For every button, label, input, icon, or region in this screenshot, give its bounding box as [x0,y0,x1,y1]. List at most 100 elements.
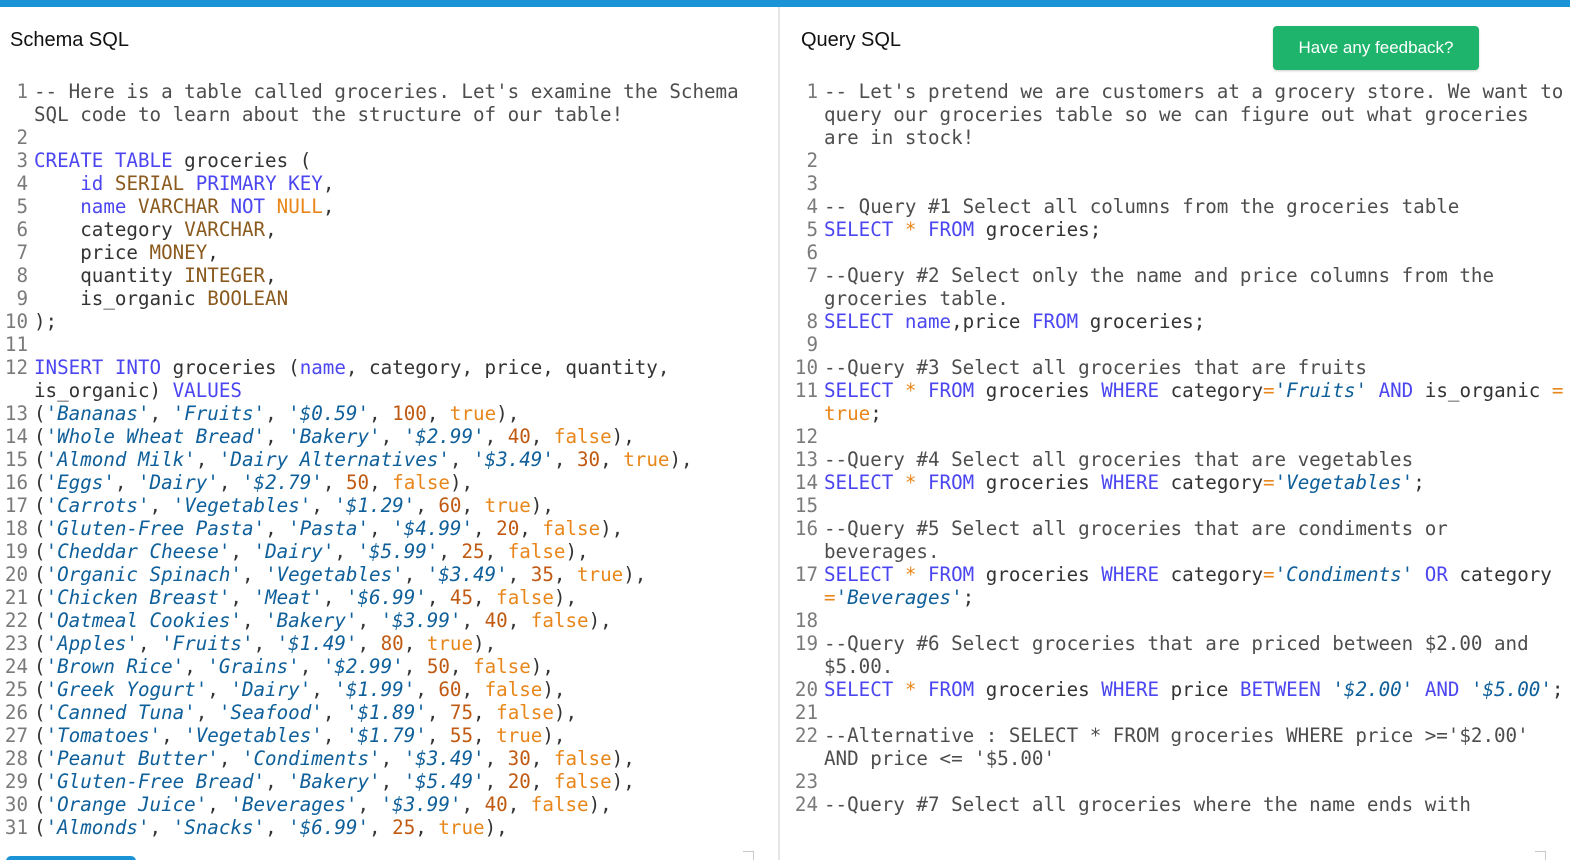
line-number: 4 [806,195,818,218]
code-line[interactable]: 20 ('Organic Spinach', 'Vegetables', '$3.… [0,563,775,586]
schema-resize-handle[interactable] [742,850,754,860]
code-line[interactable]: 24 ('Brown Rice', 'Grains', '$2.99', 50, … [0,655,775,678]
code-line[interactable]: 7 price MONEY, [0,241,775,264]
code-line[interactable]: 28 ('Peanut Butter', 'Condiments', '$3.49… [0,747,775,770]
code-line[interactable]: 13 ('Bananas', 'Fruits', '$0.59', 100, tr… [0,402,775,425]
code-line[interactable]: 22 --Alternative : SELECT * FROM grocerie… [780,724,1570,770]
code-token: 'Snacks' [172,816,266,839]
code-token: , [507,793,531,816]
code-line[interactable]: 31 ('Almonds', 'Snacks', '$6.99', 25, tru… [0,816,775,839]
code-text: --Query #5 Select all groceries that are… [824,517,1570,563]
code-token: name [80,195,127,218]
code-line[interactable]: 14 ('Whole Wheat Bread', 'Bakery', '$2.99… [0,425,775,448]
code-line[interactable]: 19 --Query #6 Select groceries that are p… [780,632,1570,678]
code-line[interactable]: 18 ​ [780,609,1570,632]
code-line[interactable]: 5 SELECT * FROM groceries; [780,218,1570,241]
code-line[interactable]: 9 is_organic BOOLEAN [0,287,775,310]
feedback-button[interactable]: Have any feedback? [1273,26,1479,70]
schema-editor[interactable]: 1 -- Here is a table called groceries. Le… [0,80,775,839]
code-line[interactable]: 11 ​ [0,333,775,356]
code-token: ( [34,678,46,701]
code-line[interactable]: 17 ('Carrots', 'Vegetables', '$1.29', 60,… [0,494,775,517]
code-line[interactable]: 10); [0,310,775,333]
code-line[interactable]: 10 --Query #3 Select all groceries that a… [780,356,1570,379]
code-line[interactable]: 29 ('Gluten-Free Bread', 'Bakery', '$5.49… [0,770,775,793]
code-line[interactable]: 9​ [780,333,1570,356]
code-text: SELECT * FROM groceries WHERE category='… [824,563,1570,609]
code-token: INSERT INTO [34,356,162,379]
code-token: category [1159,379,1264,402]
code-line[interactable]: 18 ('Gluten-Free Pasta', 'Pasta', '$4.99'… [0,517,775,540]
code-line[interactable]: 25 ('Greek Yogurt', 'Dairy', '$1.99', 60,… [0,678,775,701]
code-token: , [311,678,335,701]
code-token: false [392,471,450,494]
line-number: 9 [806,333,818,356]
code-line[interactable]: 23 ('Apples', 'Fruits', '$1.49', 80, true… [0,632,775,655]
line-number: 10 [794,356,818,379]
code-line[interactable]: 8 quantity INTEGER, [0,264,775,287]
code-line[interactable]: 3 CREATE TABLE groceries ( [0,149,775,172]
code-line[interactable]: 8 SELECT name,price FROM groceries; [780,310,1570,333]
code-line[interactable]: 2​ [0,126,775,149]
code-token: , [149,494,173,517]
code-token: category [1447,563,1564,586]
code-token: SELECT [824,678,894,701]
line-number: 31 [4,816,28,839]
code-token: , [553,563,577,586]
code-token: , [484,540,508,563]
code-line[interactable]: 3​ [780,172,1570,195]
code-line[interactable]: 17 SELECT * FROM groceries WHERE category… [780,563,1570,609]
query-editor[interactable]: 1 -- Let's pretend we are customers at a … [780,80,1570,816]
code-line[interactable]: 4 id SERIAL PRIMARY KEY, [0,172,775,195]
code-token: groceries ( [172,149,312,172]
code-line[interactable]: 16 ('Eggs', 'Dairy', '$2.79', 50, false), [0,471,775,494]
build-schema-button[interactable] [6,856,136,860]
code-line[interactable]: 30 ('Orange Juice', 'Beverages', '$3.99',… [0,793,775,816]
code-line[interactable]: 22 ('Oatmeal Cookies', 'Bakery', '$3.99',… [0,609,775,632]
code-line[interactable]: 21 ​ [780,701,1570,724]
code-line[interactable]: 16 --Query #5 Select all groceries that a… [780,517,1570,563]
code-line[interactable]: 24 --Query #7 Select all groceries where … [780,793,1570,816]
code-line[interactable]: 21 ('Chicken Breast', 'Meat', '$6.99', 45… [0,586,775,609]
code-token: , [484,770,508,793]
code-line[interactable]: 12 ​ [780,425,1570,448]
code-token: '$1.89' [345,701,427,724]
code-token: 'Gluten-Free Bread' [45,770,266,793]
code-text: ('Almonds', 'Snacks', '$6.99', 25, true)… [34,816,775,839]
code-line[interactable]: 13 --Query #4 Select all groceries that a… [780,448,1570,471]
code-line[interactable]: 27 ('Tomatoes', 'Vegetables', '$1.79', 55… [0,724,775,747]
code-line[interactable]: 23 ​ [780,770,1570,793]
code-line[interactable]: 12 INSERT INTO groceries (name, category,… [0,356,775,402]
code-line[interactable]: 6 category VARCHAR, [0,218,775,241]
code-line[interactable]: 6​ [780,241,1570,264]
code-line[interactable]: 15 ('Almond Milk', 'Dairy Alternatives', … [0,448,775,471]
code-line[interactable]: 20 SELECT * FROM groceries WHERE price BE… [780,678,1570,701]
code-token: false [484,678,543,701]
code-token: , [322,586,346,609]
code-token: , [461,609,485,632]
code-line[interactable]: 4 -- Query #1 Select all columns from the… [780,195,1570,218]
code-token: 45 [449,586,474,609]
code-token: , [241,563,266,586]
code-token: , [137,632,162,655]
code-line[interactable]: 15 ​ [780,494,1570,517]
code-line[interactable]: 2​ [780,149,1570,172]
code-line[interactable]: 7 --Query #2 Select only the name and pri… [780,264,1570,310]
code-line[interactable]: 26 ('Canned Tuna', 'Seafood', '$1.89', 75… [0,701,775,724]
code-token: , [473,701,497,724]
code-token: '$6.99' [345,586,427,609]
code-token: 20 [496,517,520,540]
code-line[interactable]: 1 -- Let's pretend we are customers at a … [780,80,1570,149]
code-line[interactable]: 19 ('Cheddar Cheese', 'Dairy', '$5.99', 2… [0,540,775,563]
code-text: ​ [824,333,1570,356]
query-resize-handle[interactable] [1534,850,1546,860]
code-text: -- Let's pretend we are customers at a g… [824,80,1570,149]
code-line[interactable]: 11 SELECT * FROM groceries WHERE category… [780,379,1570,425]
code-line[interactable]: 14 SELECT * FROM groceries WHERE category… [780,471,1570,494]
code-line[interactable]: 1 -- Here is a table called groceries. Le… [0,80,775,126]
code-line[interactable]: 5 name VARCHAR NOT NULL, [0,195,775,218]
line-number: 2 [16,126,28,149]
